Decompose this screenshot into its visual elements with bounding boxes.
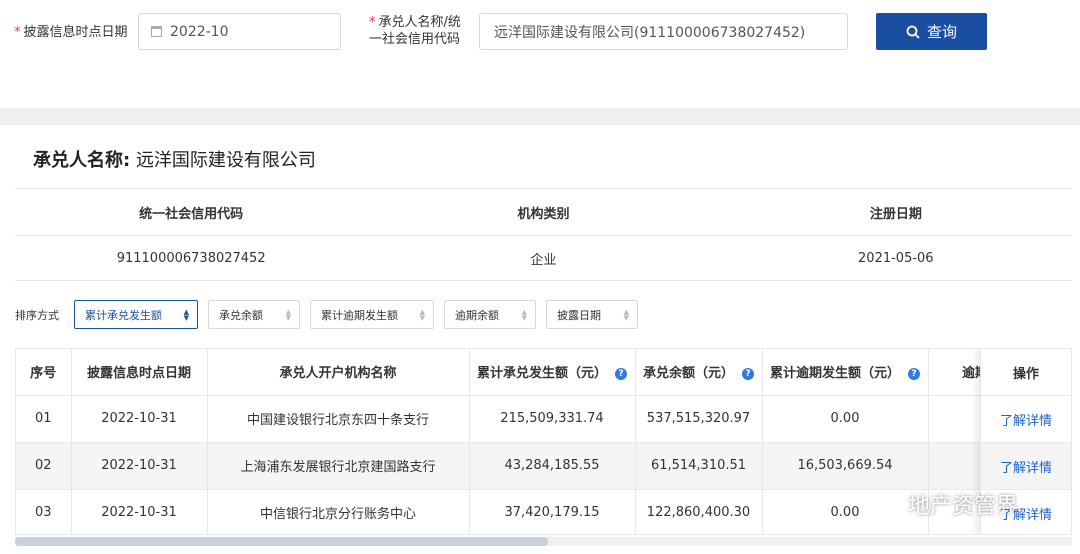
horizontal-scrollbar[interactable] [15, 537, 1072, 546]
sort-accept-balance[interactable]: 承兑余额 ▲ ▼ [208, 300, 300, 329]
company-info-table: 统一社会信用代码 机构类别 注册日期 911100006738027452 企业… [15, 188, 1072, 281]
search-icon [906, 25, 920, 39]
search-bar: * 披露信息时点日期 2022-10 * 承兑人名称/统 一社会信用代码 远洋国际建… [0, 0, 1080, 108]
sort-overdue-total[interactable]: 累计逾期发生额 ▲ ▼ [310, 300, 434, 329]
credit-code-value: 911100006738027452 [116, 250, 266, 266]
col-accept-balance: 承兑余额（元）? [635, 349, 763, 396]
detail-link[interactable]: 了解详情 [981, 443, 1071, 490]
company-title: 承兑人名称: 远洋国际建设有限公司 [33, 150, 316, 171]
table-header-row: 序号 披露信息时点日期 承兑人开户机构名称 累计承兑发生额（元）? 承兑余额（元… [16, 349, 1071, 396]
sort-accept-total[interactable]: 累计承兑发生额 ▲ ▼ [74, 300, 198, 329]
sort-arrows-icon: ▲ ▼ [183, 307, 189, 322]
col-accept-total: 累计承兑发生额（元）? [469, 349, 636, 396]
table-row: 01 2022-10-31 中国建设银行北京东四十条支行 215,509,331… [16, 395, 1071, 443]
help-icon[interactable]: ? [742, 368, 754, 381]
sort-arrows-icon: ▲ ▼ [285, 307, 291, 322]
watermark: 地产资管界 [860, 488, 1018, 520]
company-info-row: 911100006738027452 企业 2021-05-06 [15, 236, 1072, 281]
detail-link[interactable]: 了解详情 [981, 396, 1071, 443]
sort-label: 排序方式 [15, 308, 59, 322]
col-overdue-total: 累计逾期发生额（元）? [762, 349, 929, 396]
header-register-date: 注册日期 [869, 206, 922, 222]
help-icon[interactable]: ? [615, 368, 627, 381]
sort-arrows-icon: ▲ ▼ [623, 307, 629, 322]
company-info-header: 统一社会信用代码 机构类别 注册日期 [15, 188, 1072, 236]
calendar-icon [151, 26, 162, 37]
query-button[interactable]: 查询 [876, 13, 987, 50]
table-row: 02 2022-10-31 上海浦东发展银行北京建国路支行 43,284,185… [16, 442, 1071, 490]
register-date-value: 2021-05-06 [858, 250, 934, 266]
org-type-value: 企业 [530, 252, 557, 268]
acceptor-search-input[interactable]: 远洋国际建设有限公司(911100006738027452) [479, 13, 848, 50]
acceptor-field-label: * 承兑人名称/统 一社会信用代码 [369, 15, 461, 47]
col-date: 披露信息时点日期 [71, 349, 208, 396]
date-field-label: * 披露信息时点日期 [14, 25, 128, 40]
sort-disclose-date[interactable]: 披露日期 ▲ ▼ [546, 300, 638, 329]
sort-arrows-icon: ▲ ▼ [521, 307, 527, 322]
header-org-type: 机构类别 [517, 206, 570, 222]
help-icon[interactable]: ? [908, 368, 920, 381]
scrollbar-thumb[interactable] [15, 537, 548, 546]
wechat-icon [861, 491, 896, 517]
sort-arrows-icon: ▲ ▼ [419, 307, 425, 322]
col-bank: 承兑人开户机构名称 [207, 349, 470, 396]
sort-bar: 排序方式 累计承兑发生额 ▲ ▼ 承兑余额 ▲ ▼ 累计逾期发生额 ▲ ▼ 逾期余额 … [15, 300, 648, 329]
section-divider [0, 108, 1080, 125]
header-credit-code: 统一社会信用代码 [139, 206, 244, 222]
col-index: 序号 [16, 349, 72, 396]
col-operation: 操作 [981, 349, 1071, 396]
date-picker-input[interactable]: 2022-10 [138, 13, 341, 50]
sort-overdue-balance[interactable]: 逾期余额 ▲ ▼ [444, 300, 536, 329]
